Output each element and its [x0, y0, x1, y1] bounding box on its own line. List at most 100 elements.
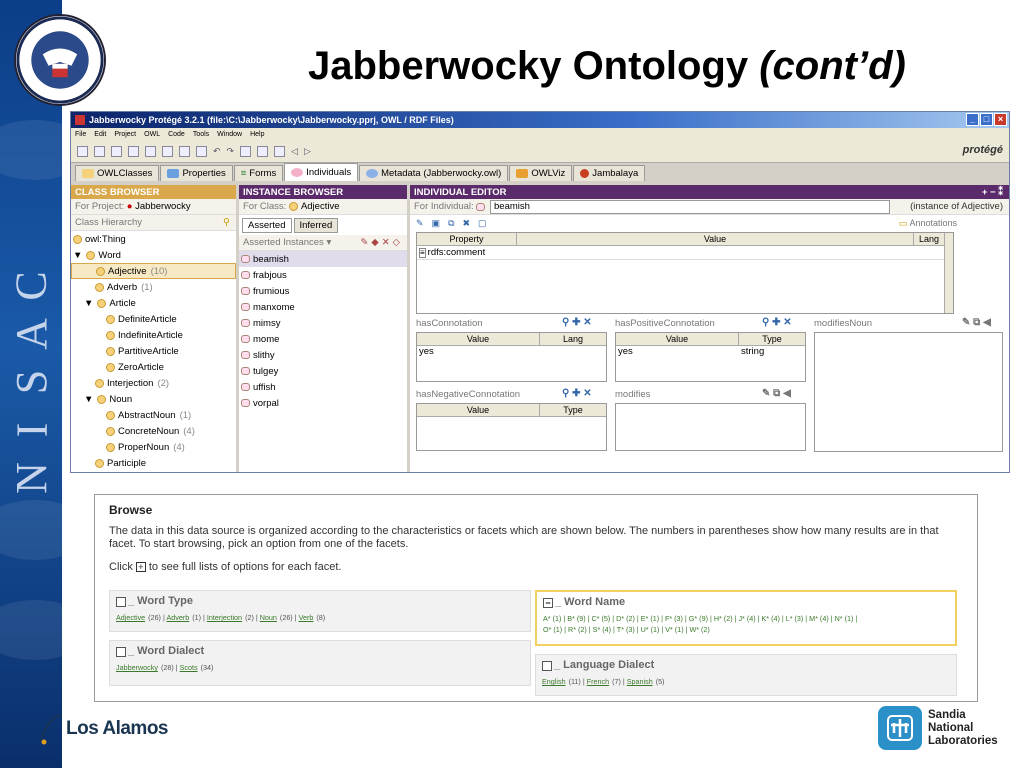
class-tree-item[interactable]: ProperNoun (4) — [71, 439, 236, 455]
facet-link[interactable]: Verb — [299, 613, 314, 622]
dropdown-icon[interactable]: ▾ — [326, 237, 331, 248]
class-tree-item[interactable]: AbstractNoun (1) — [71, 407, 236, 423]
undo-icon[interactable]: ↶ — [213, 146, 221, 157]
new-icon[interactable] — [77, 146, 88, 157]
save-icon[interactable] — [111, 146, 122, 157]
close-button[interactable]: × — [994, 113, 1007, 126]
forward-icon[interactable]: ▷ — [304, 146, 311, 157]
instance-item[interactable]: beamish — [239, 251, 407, 267]
maximize-button[interactable]: □ — [980, 113, 993, 126]
annotations-link[interactable]: ▭ Annotations — [899, 218, 957, 229]
class-tree-item[interactable]: IndefiniteArticle — [71, 327, 236, 343]
facet-link[interactable]: French — [587, 677, 609, 686]
menu-help[interactable]: Help — [250, 131, 264, 138]
expand-checkbox[interactable] — [116, 597, 126, 607]
instance-item[interactable]: uffish — [239, 379, 407, 395]
menu-file[interactable]: File — [75, 131, 86, 138]
expand-icon[interactable]: ▼ — [73, 250, 82, 261]
class-tree-item[interactable]: Interjection (2) — [71, 375, 236, 391]
facet-link[interactable]: English — [542, 677, 566, 686]
class-tree-item[interactable]: owl:Thing — [71, 231, 236, 247]
edit-icon[interactable]: ✎ — [416, 218, 424, 229]
word-name-line1[interactable]: A* (1) | B* (9) | C* (5) | D* (2) | E* (… — [543, 613, 949, 624]
hasnegativeconnotation-tools[interactable]: ⚲ ✚ ✕ — [562, 388, 592, 399]
search-class-icon[interactable]: ⚲ — [223, 217, 230, 228]
instance-item[interactable]: tulgey — [239, 363, 407, 379]
class-tree-item[interactable]: Participle — [71, 455, 236, 471]
class-tree-item[interactable]: ZeroArticle — [71, 359, 236, 375]
note-icon[interactable]: ▢ — [478, 218, 487, 229]
menu-window[interactable]: Window — [217, 131, 242, 138]
instance-item[interactable]: frabjous — [239, 267, 407, 283]
redo-icon[interactable]: ↷ — [227, 146, 235, 157]
class-tree-item[interactable]: ▼ Word — [71, 247, 236, 263]
instance-tools-icon[interactable]: ✎◆✕◇ — [360, 237, 403, 248]
tool-icon[interactable] — [257, 146, 269, 157]
annotations-scrollbar[interactable] — [944, 233, 953, 313]
facet-link[interactable]: Interjection — [207, 613, 242, 622]
facet-link[interactable]: Jabberwocky — [116, 663, 158, 672]
editor-window-controls[interactable]: + − ⁑ — [982, 187, 1003, 198]
tab-properties[interactable]: Properties — [160, 165, 233, 181]
modifiesnoun-list[interactable] — [814, 332, 1003, 452]
hasconnotation-tools[interactable]: ⚲ ✚ ✕ — [562, 317, 592, 328]
class-tree-item[interactable]: Adjective (10) — [71, 263, 236, 279]
hasconnotation-value[interactable]: yes — [417, 346, 606, 357]
expand-icon[interactable]: ▼ — [84, 394, 93, 405]
tab-owlclasses[interactable]: OWLClasses — [75, 165, 160, 181]
delete-icon[interactable]: ✖ — [463, 218, 471, 229]
facet-link[interactable]: Adverb — [166, 613, 189, 622]
facet-links[interactable]: A* (1) | B* (9) | C* (5) | D* (2) | E* (… — [543, 613, 949, 635]
paste-icon[interactable] — [162, 146, 173, 157]
tab-asserted[interactable]: Asserted — [242, 218, 292, 233]
menu-edit[interactable]: Edit — [94, 131, 106, 138]
tab-individuals[interactable]: Individuals — [284, 163, 359, 181]
facet-link[interactable]: Spanish — [627, 677, 653, 686]
tab-owlviz[interactable]: OWLViz — [509, 165, 573, 181]
facet-link[interactable]: Noun — [260, 613, 277, 622]
annotation-row[interactable]: ≡ rdfs:comment — [417, 246, 953, 260]
class-tree-item[interactable]: Adverb (1) — [71, 279, 236, 295]
instance-item[interactable]: mimsy — [239, 315, 407, 331]
import-icon[interactable] — [196, 146, 207, 157]
instance-item[interactable]: mome — [239, 331, 407, 347]
copy-icon[interactable] — [145, 146, 156, 157]
menu-tools[interactable]: Tools — [193, 131, 209, 138]
tool-icon[interactable] — [240, 146, 252, 157]
class-tree-item[interactable]: ▼ Article — [71, 295, 236, 311]
menu-code[interactable]: Code — [168, 131, 185, 138]
haspositiveconnotation-row[interactable]: yes string — [616, 346, 805, 357]
tab-forms[interactable]: ≡ Forms — [233, 165, 284, 181]
minimize-button[interactable]: _ — [966, 113, 979, 126]
modifiesnoun-tools[interactable]: ✎ ⧉ ◀ — [962, 317, 991, 328]
class-tree-item[interactable]: PartitiveArticle — [71, 343, 236, 359]
instance-item[interactable]: frumious — [239, 283, 407, 299]
back-icon[interactable]: ◁ — [291, 146, 298, 157]
open-icon[interactable] — [94, 146, 105, 157]
instance-item[interactable]: vorpal — [239, 395, 407, 411]
instance-item[interactable]: slithy — [239, 347, 407, 363]
expand-checkbox[interactable] — [116, 647, 126, 657]
menu-project[interactable]: Project — [114, 131, 136, 138]
expand-checkbox[interactable] — [542, 661, 552, 671]
add-icon[interactable]: ▣ — [432, 218, 441, 229]
haspositiveconnotation-tools[interactable]: ⚲ ✚ ✕ — [762, 317, 792, 328]
export-icon[interactable] — [179, 146, 190, 157]
tab-metadata[interactable]: Metadata (Jabberwocky.owl) — [359, 165, 509, 181]
cut-icon[interactable] — [128, 146, 139, 157]
menu-owl[interactable]: OWL — [144, 131, 160, 138]
copy-icon[interactable]: ⧉ — [448, 218, 454, 229]
expand-icon[interactable]: ▼ — [84, 298, 93, 309]
individual-name-field[interactable]: beamish — [490, 200, 890, 214]
class-tree-item[interactable]: ConcreteNoun (4) — [71, 423, 236, 439]
modifies-list[interactable] — [615, 403, 806, 451]
instance-item[interactable]: manxome — [239, 299, 407, 315]
tool-icon[interactable] — [274, 146, 286, 157]
class-tree-item[interactable]: ▼ Noun — [71, 391, 236, 407]
modifies-tools[interactable]: ✎ ⧉ ◀ — [762, 388, 791, 399]
tab-inferred[interactable]: Inferred — [293, 218, 339, 233]
class-tree-item[interactable]: DefiniteArticle — [71, 311, 236, 327]
word-name-line2[interactable]: O* (1) | R* (2) | S* (4) | T* (3) | U* (… — [543, 624, 949, 635]
facet-link[interactable]: Adjective — [116, 613, 145, 622]
facet-link[interactable]: Scots — [180, 663, 198, 672]
